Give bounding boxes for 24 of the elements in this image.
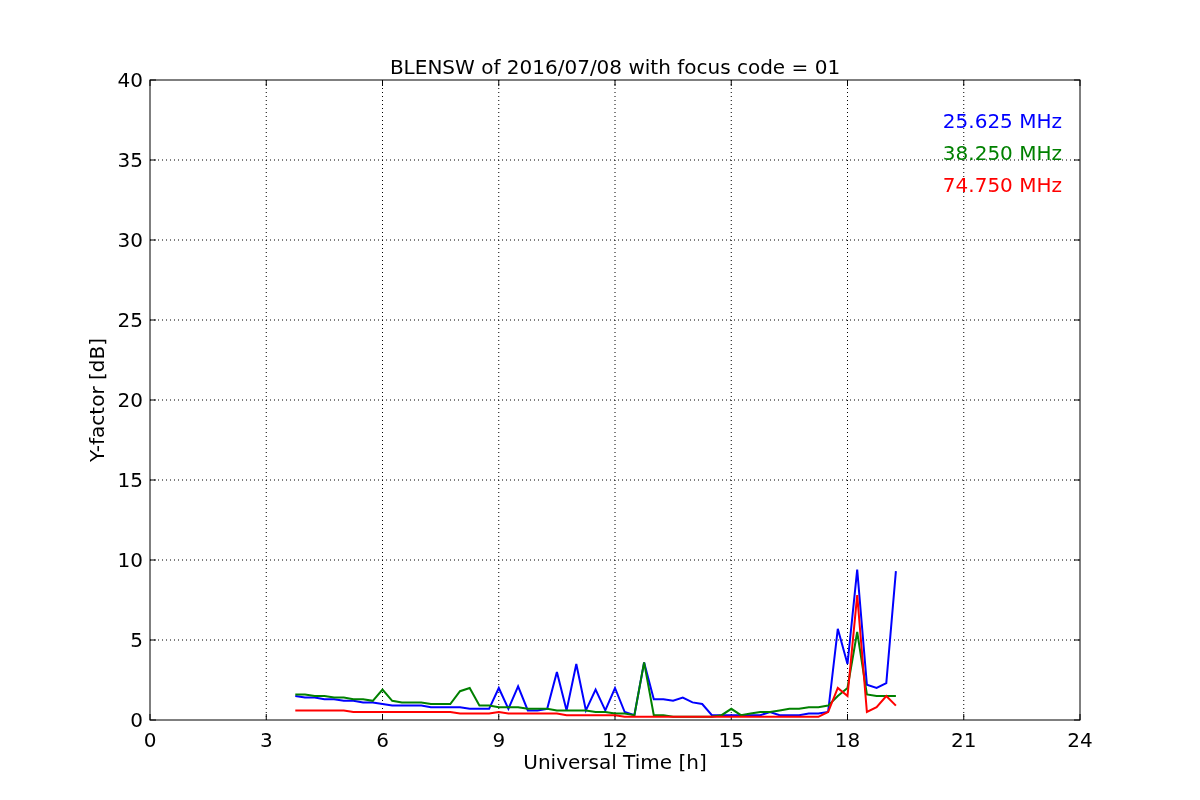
tick-label: 15 <box>117 468 143 492</box>
tick-label: 30 <box>117 228 143 252</box>
tick-label: 21 <box>951 728 977 752</box>
legend-label: 38.250 MHz <box>942 141 1062 165</box>
tick-label: 12 <box>602 728 628 752</box>
tick-label: 10 <box>117 548 143 572</box>
tick-label: 25 <box>117 308 143 332</box>
tick-label: 5 <box>130 628 143 652</box>
legend-label: 25.625 MHz <box>942 109 1062 133</box>
tick-label: 24 <box>1067 728 1093 752</box>
tick-label: 0 <box>143 728 157 752</box>
tick-label: 20 <box>117 388 143 412</box>
y-axis-label: Y-factor [dB] <box>85 338 109 462</box>
tick-label: 0 <box>130 708 143 732</box>
tick-label: 18 <box>834 728 861 752</box>
tick-label: 3 <box>259 728 273 752</box>
chart-title: BLENSW of 2016/07/08 with focus code = 01 <box>389 55 841 79</box>
tick-label: 6 <box>376 728 389 752</box>
tick-label: 15 <box>718 728 744 752</box>
legend-label: 74.750 MHz <box>942 173 1062 197</box>
tick-label: 40 <box>117 68 143 92</box>
tick-label: 35 <box>117 148 143 172</box>
tick-label: 9 <box>492 728 506 752</box>
x-axis-label: Universal Time [h] <box>523 750 707 774</box>
